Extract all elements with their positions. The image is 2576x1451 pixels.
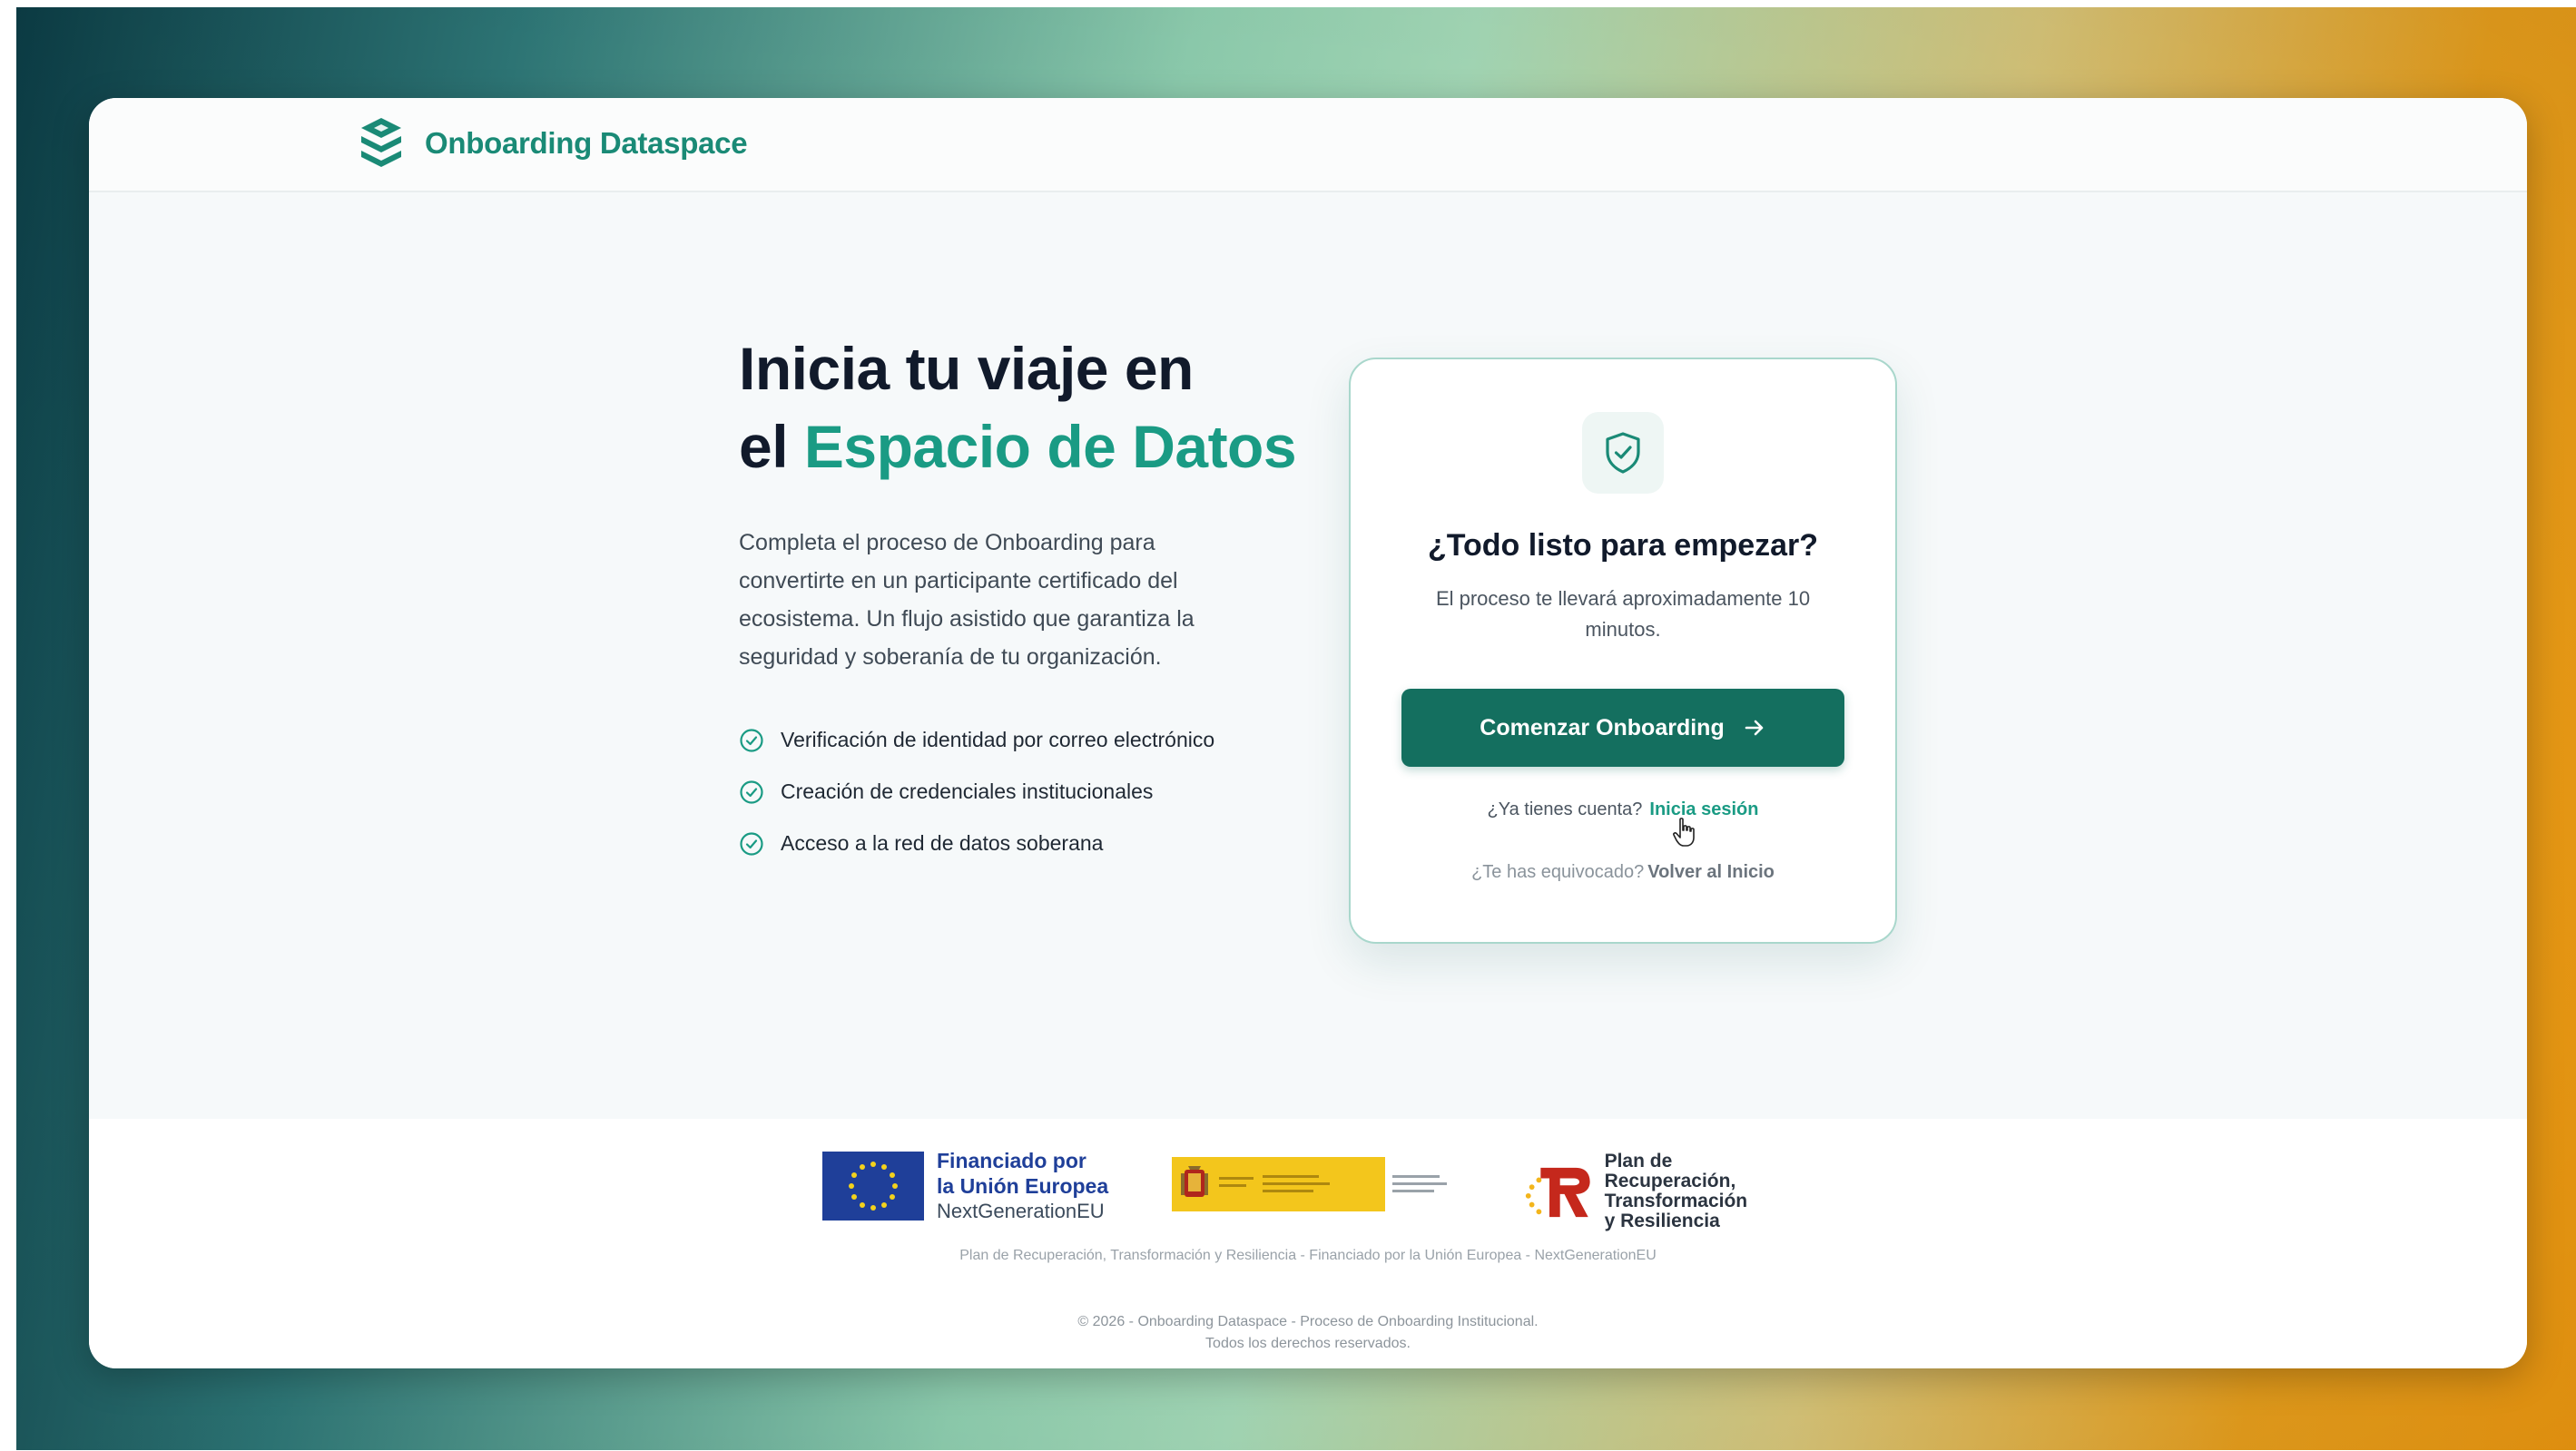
funding-note: Plan de Recuperación, Transformación y R… xyxy=(959,1248,1657,1263)
prtr-line2: Transformación xyxy=(1604,1191,1748,1211)
back-home-link[interactable]: Volver al Inicio xyxy=(1647,862,1775,882)
hero-title-prefix: el xyxy=(739,413,804,480)
browser-page: Onboarding Dataspace Inicia tu viaje en … xyxy=(89,98,2527,1368)
back-prompt: ¿Te has equivocado? xyxy=(1471,862,1645,882)
check-circle-icon xyxy=(740,728,763,752)
login-prompt: ¿Ya tienes cuenta? xyxy=(1487,799,1643,819)
hero-title-line1: Inicia tu viaje en xyxy=(739,335,1194,402)
start-onboarding-button[interactable]: Comenzar Onboarding xyxy=(1401,689,1844,767)
prtr-mark-icon xyxy=(1525,1167,1590,1218)
start-card: ¿Todo listo para empezar? El proceso te … xyxy=(1349,358,1897,944)
mouse-pointer-hand-icon xyxy=(1673,818,1695,847)
layers-logo-icon xyxy=(361,118,401,167)
card-title: ¿Todo listo para empezar? xyxy=(1427,528,1819,563)
spain-government-banner xyxy=(1172,1157,1385,1211)
feature-label: Acceso a la red de datos soberana xyxy=(781,831,1104,855)
brand[interactable]: Onboarding Dataspace xyxy=(358,116,748,171)
hero-title-accent: Espacio de Datos xyxy=(803,413,1297,480)
brand-name: Onboarding Dataspace xyxy=(425,126,748,160)
prtr-line1: Plan de Recuperación, xyxy=(1604,1151,1736,1191)
eu-line1: Financiado por xyxy=(937,1149,1086,1172)
prtr-logo: Plan de Recuperación, Transformación y R… xyxy=(1521,1152,1803,1231)
feature-label: Creación de credenciales institucionales xyxy=(781,779,1154,803)
shield-badge xyxy=(1582,412,1664,494)
funding-logos: Financiado por la Unión Europea NextGene… xyxy=(822,1144,1803,1231)
arrow-right-icon xyxy=(1745,720,1764,736)
check-circle-icon xyxy=(740,779,763,804)
eu-funding-text: Financiado por la Unión Europea NextGene… xyxy=(937,1148,1108,1224)
copyright-line1: © 2026 - Onboarding Dataspace - Proceso … xyxy=(1077,1314,1539,1329)
eu-line2: la Unión Europea xyxy=(937,1174,1109,1198)
feature-list: Verificación de identidad por correo ele… xyxy=(739,714,1302,869)
feature-item: Verificación de identidad por correo ele… xyxy=(739,714,1302,766)
coat-of-arms-icon xyxy=(1181,1166,1208,1197)
start-onboarding-label: Comenzar Onboarding xyxy=(1480,714,1725,740)
top-bar: Onboarding Dataspace xyxy=(89,98,2527,192)
hero-description: Completa el proceso de Onboarding para c… xyxy=(739,530,1195,670)
copyright: © 2026 - Onboarding Dataspace - Proceso … xyxy=(89,1311,2527,1355)
eu-flag-icon xyxy=(822,1152,924,1221)
feature-item: Acceso a la red de datos soberana xyxy=(739,818,1302,869)
shield-check-icon xyxy=(1606,432,1640,474)
prtr-line3: y Resiliencia xyxy=(1604,1211,1720,1231)
footer: Financiado por la Unión Europea NextGene… xyxy=(89,1119,2527,1368)
back-row: ¿Te has equivocado? Volver al Inicio xyxy=(1351,862,1895,883)
eu-line3: NextGenerationEU xyxy=(937,1200,1105,1222)
hero-title: Inicia tu viaje en el Espacio de Datos xyxy=(739,329,1302,485)
feature-item: Creación de credenciales institucionales xyxy=(739,766,1302,818)
copyright-line2: Todos los derechos reservados. xyxy=(1205,1336,1411,1351)
card-subtitle: El proceso te llevará aproximadamente 10… xyxy=(1435,587,1811,641)
login-link[interactable]: Inicia sesión xyxy=(1649,799,1758,819)
feature-label: Verificación de identidad por correo ele… xyxy=(781,728,1215,751)
spain-government-logo xyxy=(1172,1157,1453,1211)
check-circle-icon xyxy=(740,831,763,856)
login-row: ¿Ya tienes cuenta? Inicia sesión xyxy=(1351,799,1895,820)
spain-ministry-text xyxy=(1385,1157,1453,1211)
hero-section: Inicia tu viaje en el Espacio de Datos C… xyxy=(739,329,1302,869)
prtr-text: Plan de Recuperación, Transformación y R… xyxy=(1605,1152,1803,1231)
